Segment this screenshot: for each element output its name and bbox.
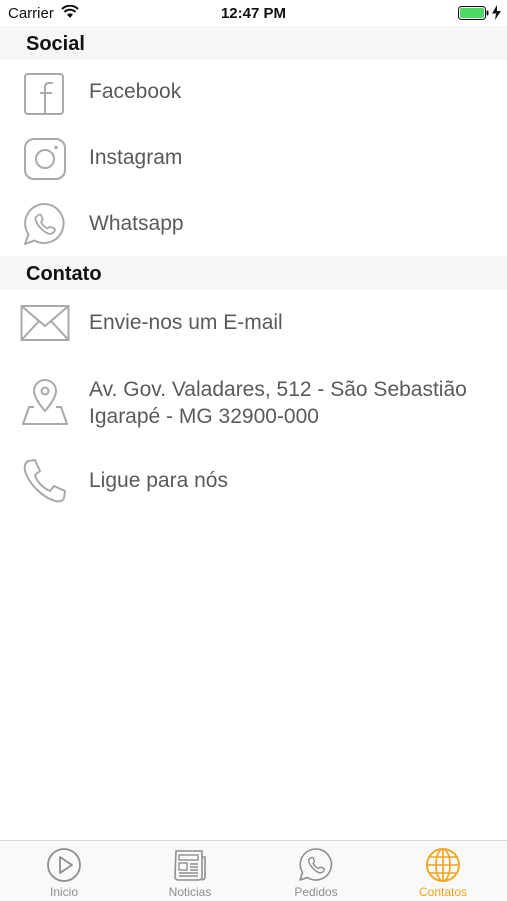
tab-label: Contatos: [418, 885, 468, 899]
section-title-social: Social: [26, 33, 85, 55]
contact-item-address-line2: Igarapé - MG 32900-000: [89, 405, 319, 428]
social-item-whatsapp[interactable]: Whatsapp: [0, 199, 507, 249]
tab-bar: Inicio Noticias Pedidos Contatos: [0, 840, 507, 901]
charging-icon: [492, 5, 501, 20]
mail-icon: [20, 305, 70, 341]
tab-label: Noticias: [168, 885, 212, 899]
contact-item-email[interactable]: Envie-nos um E-mail: [0, 300, 507, 346]
battery-icon: [458, 6, 489, 20]
globe-icon: [426, 848, 460, 882]
phone-icon: [23, 459, 66, 503]
social-item-facebook[interactable]: Facebook: [0, 68, 507, 118]
facebook-icon: [24, 73, 64, 115]
whatsapp-icon: [24, 202, 65, 245]
section-header-social: Social: [0, 26, 507, 60]
status-time: 12:47 PM: [220, 5, 287, 22]
newspaper-icon: [174, 850, 206, 881]
social-item-instagram[interactable]: Instagram: [0, 134, 507, 184]
social-item-label: Instagram: [89, 146, 183, 169]
map-pin-icon: [22, 379, 68, 425]
contact-item-label: Ligue para nós: [89, 469, 228, 492]
contact-item-address[interactable]: Av. Gov. Valadares, 512 - São Sebastião …: [0, 372, 507, 432]
contact-item-label: Envie-nos um E-mail: [89, 311, 283, 334]
social-item-label: Whatsapp: [89, 212, 184, 235]
tab-contatos[interactable]: Contatos: [380, 841, 506, 901]
social-item-label: Facebook: [89, 80, 182, 103]
tab-label: Inicio: [49, 885, 78, 899]
play-circle-icon: [47, 848, 81, 882]
status-bar: Carrier 12:47 PM: [0, 0, 507, 26]
contact-item-phone[interactable]: Ligue para nós: [0, 455, 507, 505]
instagram-icon: [24, 138, 66, 180]
whatsapp-icon: [299, 848, 333, 881]
contact-item-address-line1: Av. Gov. Valadares, 512 - São Sebastião: [89, 378, 467, 401]
tab-noticias[interactable]: Noticias: [127, 841, 253, 901]
section-title-contato: Contato: [26, 263, 102, 285]
tab-inicio[interactable]: Inicio: [1, 841, 127, 901]
tab-pedidos[interactable]: Pedidos: [253, 841, 379, 901]
tab-label: Pedidos: [294, 885, 338, 899]
section-header-contato: Contato: [0, 256, 507, 290]
